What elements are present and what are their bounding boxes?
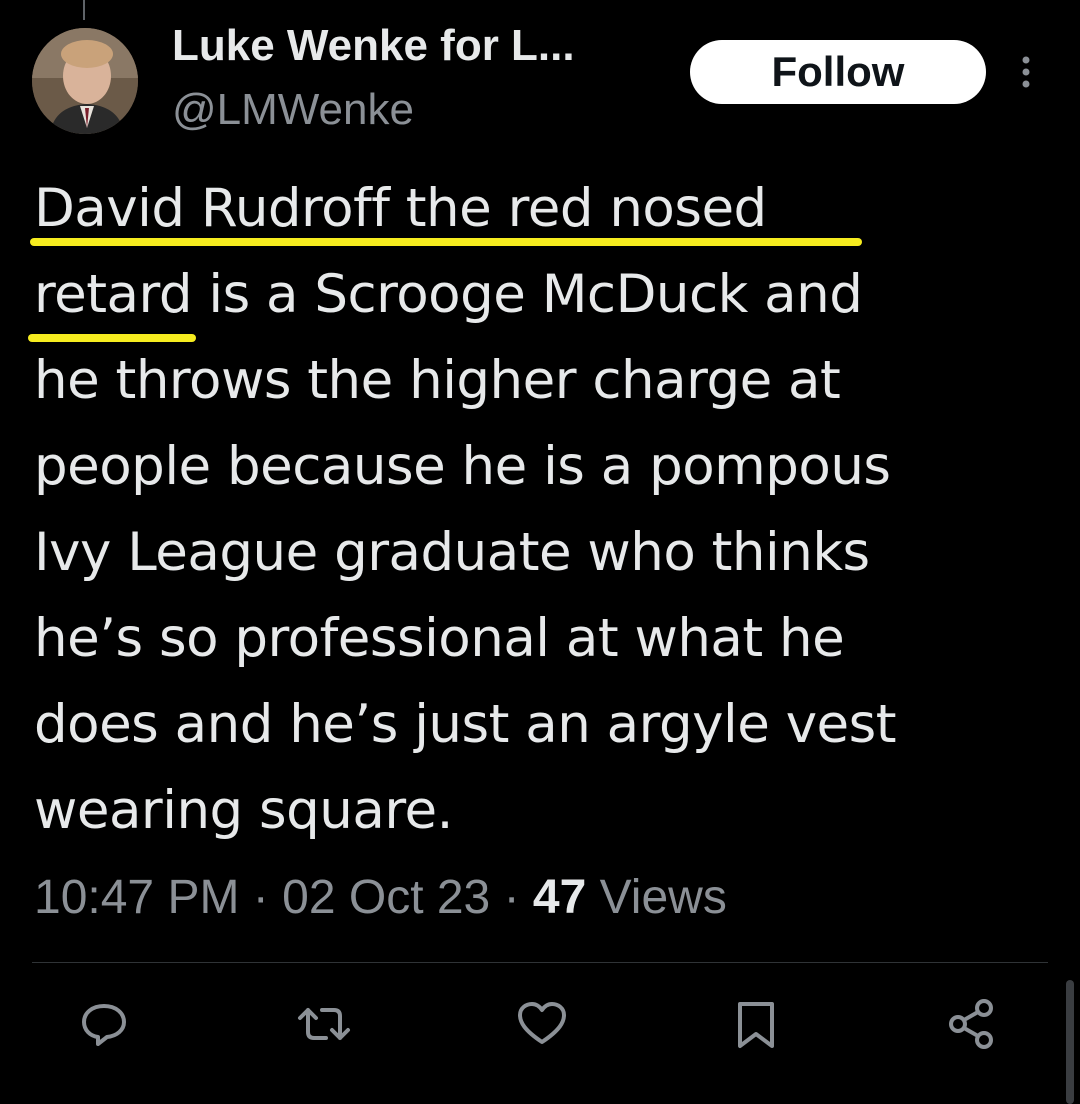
highlight-underline bbox=[28, 334, 196, 342]
tweet-line: people because he is a pompous bbox=[34, 436, 891, 497]
speech-bubble-icon[interactable] bbox=[76, 996, 132, 1052]
tweet-body: David Rudroff the red nosed retard is a … bbox=[34, 166, 1044, 854]
meta-separator: · bbox=[252, 871, 269, 924]
more-options-icon[interactable] bbox=[1014, 52, 1038, 92]
views-label[interactable]: Views bbox=[600, 871, 727, 924]
highlight-underline bbox=[30, 238, 862, 246]
scrollbar-thumb[interactable] bbox=[1066, 980, 1074, 1104]
tweet-line: he’s so professional at what he bbox=[34, 608, 845, 669]
divider bbox=[32, 962, 1048, 963]
tweet-line: Ivy League graduate who thinks bbox=[34, 522, 870, 583]
retweet-arrows-icon[interactable] bbox=[296, 996, 352, 1052]
tweet-date[interactable]: 02 Oct 23 bbox=[282, 871, 490, 924]
tweet-line: he throws the higher charge at bbox=[34, 350, 841, 411]
avatar[interactable] bbox=[32, 28, 138, 134]
action-bar bbox=[0, 996, 1080, 1066]
thread-connector-line bbox=[83, 0, 85, 20]
follow-button[interactable]: Follow bbox=[690, 40, 986, 104]
tweet-meta: 10:47 PM · 02 Oct 23 · 47 Views bbox=[34, 866, 727, 930]
tweet-line: retard is a Scrooge McDuck and bbox=[34, 264, 863, 325]
tweet-time[interactable]: 10:47 PM bbox=[34, 871, 239, 924]
meta-separator: · bbox=[503, 871, 520, 924]
profile-photo bbox=[32, 28, 138, 134]
tweet-line: wearing square. bbox=[34, 780, 453, 841]
tweet-line: does and he’s just an argyle vest bbox=[34, 694, 897, 755]
heart-icon[interactable] bbox=[514, 996, 570, 1052]
author-handle[interactable]: @LMWenke bbox=[172, 82, 414, 138]
views-count[interactable]: 47 bbox=[533, 871, 586, 924]
share-nodes-icon[interactable] bbox=[944, 996, 1000, 1052]
author-display-name[interactable]: Luke Wenke for L... bbox=[172, 18, 575, 74]
bookmark-icon[interactable] bbox=[728, 996, 784, 1052]
